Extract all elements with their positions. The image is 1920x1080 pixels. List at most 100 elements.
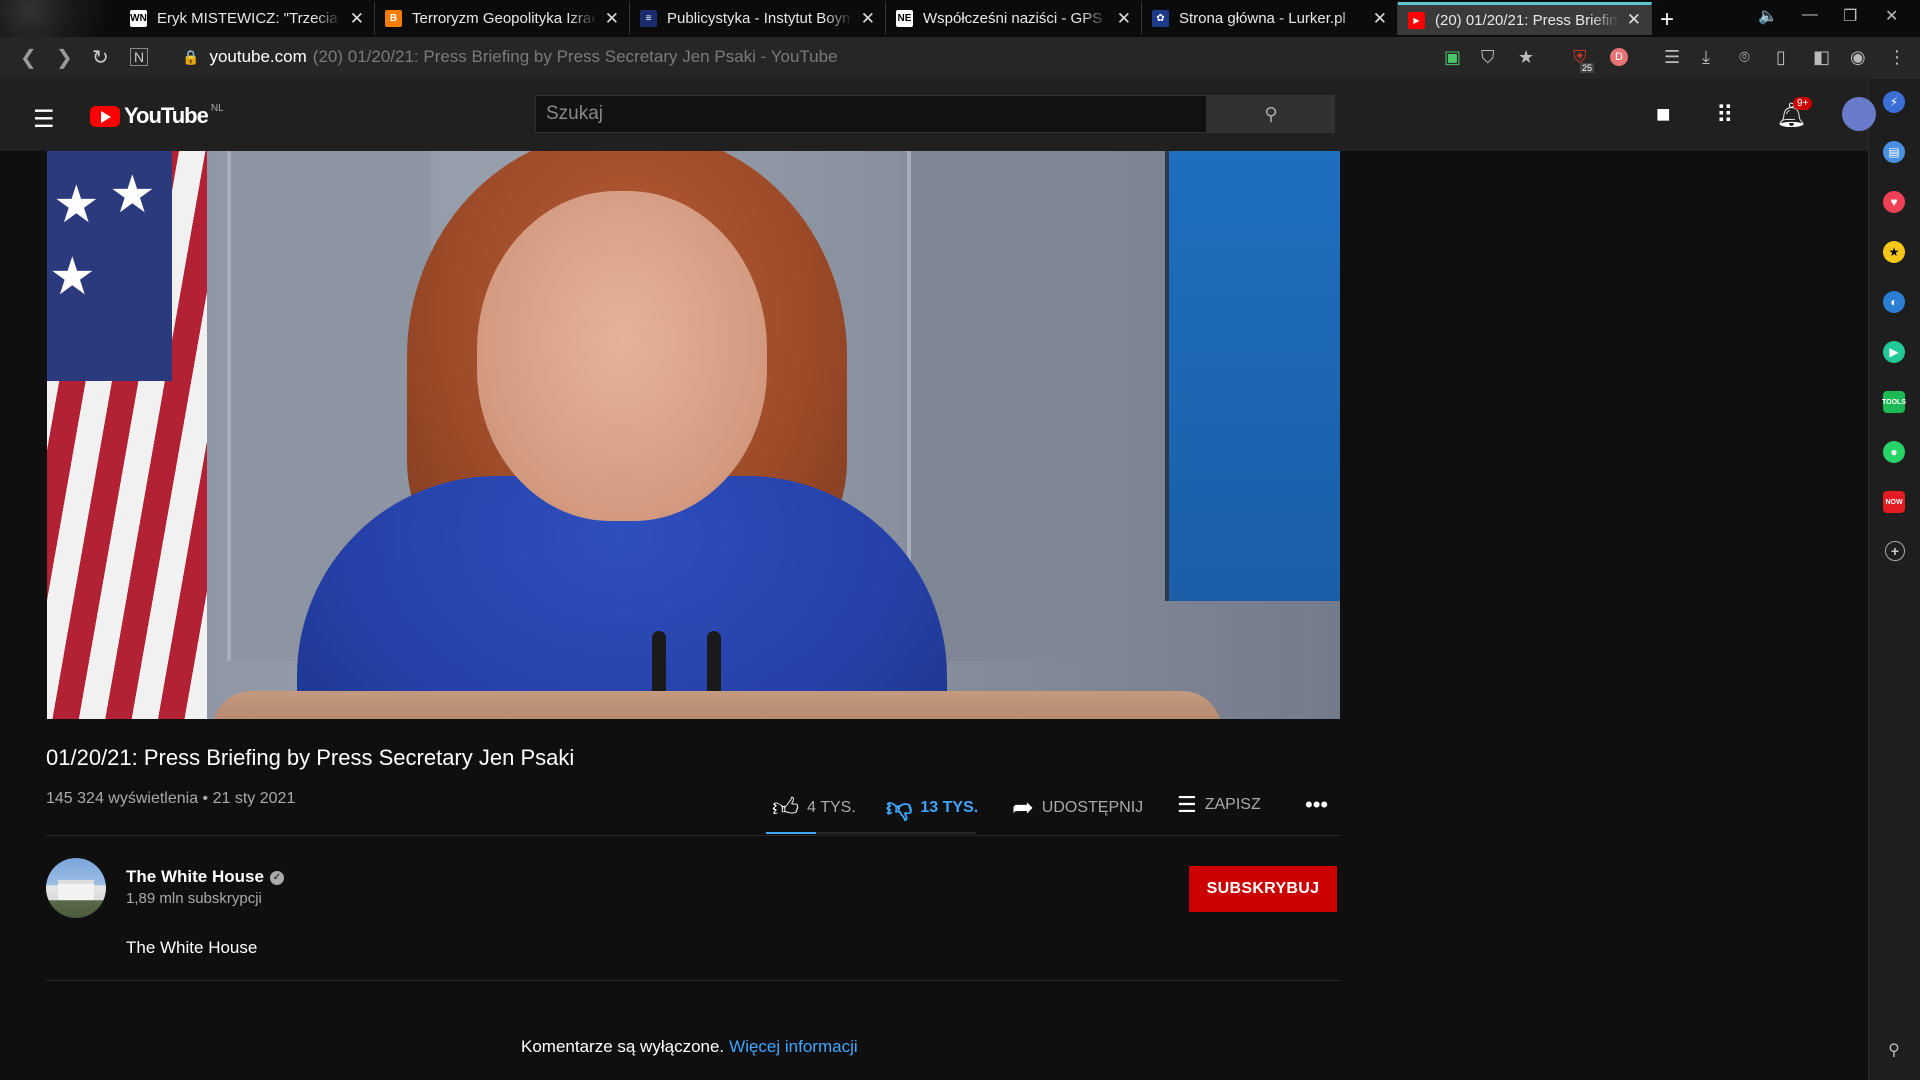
tab-title: Publicystyka - Instytut Boyma <box>667 10 853 27</box>
tab-title: Terroryzm Geopolityka Izrael <box>412 10 597 27</box>
youtube-logo[interactable]: YouTube NL <box>90 103 224 129</box>
browser-menu-icon[interactable]: ⋮ <box>1888 47 1906 68</box>
share-arrow-icon: ➦ <box>1012 792 1034 822</box>
forward-icon[interactable]: ❯ <box>56 45 73 70</box>
channel-avatar[interactable] <box>46 858 106 918</box>
tab-youtube-press-briefing[interactable]: ▶ (20) 01/20/21: Press Briefing ✕ <box>1398 2 1652 35</box>
web-tools-icon[interactable]: TOOLS <box>1882 391 1906 413</box>
channel-name-text: The White House <box>126 867 264 886</box>
profile-extension-icon[interactable]: D <box>1610 48 1628 66</box>
video-podium <box>212 691 1222 719</box>
tab-title: Strona główna - Lurker.pl <box>1179 10 1346 27</box>
dislike-count: 13 TYS. <box>920 798 979 816</box>
more-horizontal-icon: ••• <box>1305 792 1329 817</box>
like-button[interactable]: 👍︎ 4 TYS. <box>772 792 856 823</box>
tab-eryk-mistewicz[interactable]: WN Eryk MISTEWICZ: "Trzecia ✕ <box>120 2 375 35</box>
flag-star-icon: ★ <box>49 248 96 306</box>
lock-icon: 🔒 <box>182 49 200 65</box>
dislike-button[interactable]: 👎︎ 13 TYS. <box>886 792 978 823</box>
apps-grid-icon[interactable]: ⠿ <box>1716 101 1734 130</box>
video-blue-screen <box>1165 151 1340 601</box>
address-bar-toolbar: ❮ ❯ ↻ N 🔒 youtube.com (20) 01/20/21: Press… <box>0 37 1920 80</box>
cast-icon[interactable]: ▣ <box>1444 47 1461 68</box>
close-tab-icon[interactable]: ✕ <box>861 9 875 29</box>
tab-favicon: ▶ <box>1408 11 1425 29</box>
white-house-image <box>58 880 94 900</box>
sidebar-toggle-icon[interactable]: ◧ <box>1813 47 1830 68</box>
tab-publicystyka[interactable]: ≡ Publicystyka - Instytut Boyma ✕ <box>630 2 886 35</box>
thumbs-up-icon: 👍︎ <box>772 792 800 822</box>
more-info-link[interactable]: Więcej informacji <box>729 1037 857 1056</box>
share-label: UDOSTĘPNIJ <box>1041 798 1144 816</box>
reload-icon[interactable]: ↻ <box>92 45 109 70</box>
close-tab-icon[interactable]: ✕ <box>1117 9 1131 29</box>
back-icon[interactable]: ❮ <box>20 45 37 70</box>
subscribe-button[interactable]: SUBSKRYBUJ <box>1189 866 1337 912</box>
tab-title: Eryk MISTEWICZ: "Trzecia <box>157 10 338 27</box>
url-page-title: (20) 01/20/21: Press Briefing by Press S… <box>312 47 838 66</box>
close-tab-icon[interactable]: ✕ <box>605 9 619 29</box>
player-icon[interactable]: ▶ <box>1883 341 1905 363</box>
tab-terroryzm[interactable]: B Terroryzm Geopolityka Izrael ✕ <box>375 2 630 35</box>
youtube-logo-text: YouTube <box>124 103 209 128</box>
briefcase-icon[interactable]: ▤ <box>1883 141 1905 163</box>
browser-side-panel: ⚡ ▤ ♥ ★ ◐ ▶ TOOLS ● NOW + ⚲ <box>1868 79 1920 1080</box>
video-title: 01/20/21: Press Briefing by Press Secret… <box>46 745 575 770</box>
account-icon[interactable]: ◉ <box>1850 47 1866 68</box>
tab-wspolczesni-nazisci[interactable]: NE Współcześni naziści - GPS ✕ <box>886 2 1142 35</box>
save-label: ZAPISZ <box>1204 796 1261 813</box>
bookmark-star-icon[interactable]: ★ <box>1518 47 1534 68</box>
tab-lurker[interactable]: ✿ Strona główna - Lurker.pl ✕ <box>1142 2 1398 35</box>
tab-favicon: ✿ <box>1152 10 1169 27</box>
channel-name[interactable]: The White House ✓ <box>126 867 284 887</box>
divider <box>46 980 1341 981</box>
add-panel-icon[interactable]: + <box>1885 541 1905 561</box>
playlist-add-icon: ☰ <box>1177 792 1197 817</box>
camera-icon[interactable]: ⌾ <box>1739 47 1750 68</box>
user-avatar[interactable] <box>1842 97 1876 131</box>
sentiment-bar <box>766 832 976 834</box>
news-reader-icon[interactable]: N <box>130 48 149 66</box>
comments-disabled-notice: Komentarze są wyłączone. Więcej informacj… <box>521 1037 858 1057</box>
search-button[interactable]: ⚲ <box>1207 95 1335 133</box>
close-tab-icon[interactable]: ✕ <box>350 9 364 29</box>
menu-hamburger-icon[interactable]: ☰ <box>33 105 55 134</box>
sentiment-bar-fill <box>766 832 817 834</box>
pocket-icon[interactable]: ♥ <box>1883 191 1905 213</box>
notifications-badge: 9+ <box>1793 97 1813 110</box>
browser-menu-logo[interactable] <box>0 0 110 37</box>
video-wall-panel <box>907 151 1111 661</box>
video-player[interactable]: ★ ★ ★ ✔ ✔ ✔ ✔ <box>47 151 1340 719</box>
pin-icon[interactable]: ⚲ <box>1883 1039 1905 1061</box>
share-button[interactable]: ➦ UDOSTĘPNIJ <box>1012 792 1143 823</box>
ublock-count-badge: 25 <box>1580 63 1595 73</box>
search-input[interactable] <box>535 95 1207 133</box>
more-actions-button[interactable]: ••• <box>1305 792 1336 818</box>
flag-star-icon: ★ <box>53 176 100 234</box>
shield-icon[interactable]: ⛉ <box>1481 47 1495 68</box>
download-icon[interactable]: ⤓ <box>1702 47 1710 68</box>
close-window-icon[interactable]: ✕ <box>1885 6 1898 26</box>
playlist-icon[interactable]: ☰ <box>1664 47 1680 68</box>
favorites-star-icon[interactable]: ★ <box>1883 241 1905 263</box>
news-now-icon[interactable]: NOW <box>1883 491 1905 513</box>
reader-view-icon[interactable]: ▯ <box>1776 47 1786 68</box>
translate-icon[interactable]: ◐ <box>1883 291 1905 313</box>
close-tab-icon[interactable]: ✕ <box>1627 10 1641 30</box>
mute-tab-icon[interactable]: 🔈 <box>1758 6 1778 26</box>
new-tab-plus-icon[interactable]: + <box>1660 6 1674 34</box>
url-field[interactable]: 🔒 youtube.com (20) 01/20/21: Press Briefin… <box>182 47 838 67</box>
whatsapp-icon[interactable]: ● <box>1883 441 1905 463</box>
tab-favicon: NE <box>896 10 913 27</box>
view-count: 145 324 wyświetlenia <box>46 790 199 807</box>
subscriber-count: 1,89 mln subskrypcji <box>126 890 262 907</box>
country-code: NL <box>210 102 224 114</box>
thumbs-down-icon: 👎︎ <box>886 792 913 822</box>
create-video-icon[interactable]: ■ <box>1656 101 1671 129</box>
restore-window-icon[interactable]: ❐ <box>1843 6 1857 26</box>
minimize-window-icon[interactable]: — <box>1802 6 1818 24</box>
youtube-header: ☰ YouTube NL ⌨ ⚲ ■ ⠿ 🔔︎ 9+ <box>0 79 1876 151</box>
close-tab-icon[interactable]: ✕ <box>1373 9 1387 29</box>
save-button[interactable]: ☰ ZAPISZ <box>1177 792 1261 818</box>
messenger-icon[interactable]: ⚡ <box>1883 91 1905 113</box>
